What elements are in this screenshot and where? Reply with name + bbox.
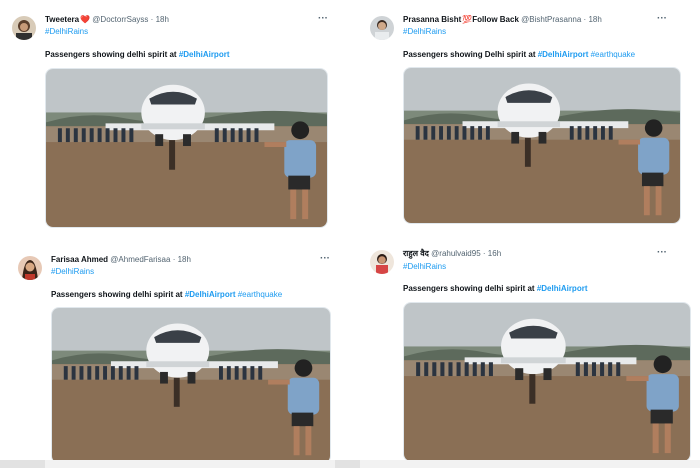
hashtag-link[interactable]: #DelhiRains bbox=[51, 267, 94, 277]
tweet-text: Passengers showing delhi spirit at #Delh… bbox=[403, 284, 587, 294]
tweet-header: Prasanna Bisht💯Follow Back @BishtPrasann… bbox=[403, 15, 602, 25]
separator: · bbox=[172, 255, 176, 264]
user-handle[interactable]: @rahulvaid95 bbox=[431, 249, 480, 258]
separator: · bbox=[150, 15, 154, 24]
hashtag-link[interactable]: #DelhiRains bbox=[45, 27, 88, 37]
user-handle[interactable]: @BishtPrasanna bbox=[521, 15, 581, 24]
tweet-text-body: Passengers showing delhi spirit at bbox=[45, 50, 179, 59]
display-name-suffix[interactable]: Follow Back bbox=[472, 15, 519, 24]
tweet-card-1[interactable]: Tweetera❤️ @DoctorrSayss · 18h ··· #Delh… bbox=[0, 0, 345, 232]
hundred-badge-icon: 💯 bbox=[462, 15, 473, 24]
user-handle[interactable]: @AhmedFarisaa bbox=[110, 255, 170, 264]
more-icon[interactable]: ··· bbox=[320, 254, 330, 264]
tweet-text-body: Passengers showing delhi spirit at bbox=[403, 284, 537, 293]
tweet-header: राहुल वैद @rahulvaid95 · 16h bbox=[403, 249, 501, 259]
more-icon[interactable]: ··· bbox=[657, 14, 667, 24]
avatar[interactable] bbox=[370, 16, 394, 40]
bottom-divider bbox=[0, 460, 700, 468]
tweet-photo[interactable] bbox=[403, 302, 691, 462]
hashtag-link[interactable]: #DelhiAirport bbox=[537, 284, 588, 293]
airplane-photo bbox=[404, 68, 680, 223]
hashtag-link[interactable]: #DelhiAirport bbox=[538, 50, 589, 59]
display-name[interactable]: Prasanna Bisht bbox=[403, 15, 461, 24]
user-handle[interactable]: @DoctorrSayss bbox=[92, 15, 148, 24]
display-name[interactable]: राहुल वैद bbox=[403, 249, 429, 258]
divider-segment bbox=[335, 460, 360, 468]
tweet-card-2[interactable]: Prasanna Bisht💯Follow Back @BishtPrasann… bbox=[355, 0, 700, 232]
airplane-photo bbox=[52, 308, 330, 463]
separator: · bbox=[583, 15, 587, 24]
display-name[interactable]: Farisaa Ahmed bbox=[51, 255, 108, 264]
more-icon[interactable]: ··· bbox=[657, 248, 667, 258]
timestamp[interactable]: 18h bbox=[178, 255, 191, 264]
tweet-text: Passengers showing delhi spirit at #Delh… bbox=[45, 50, 229, 60]
avatar[interactable] bbox=[18, 256, 42, 280]
tweet-photo[interactable] bbox=[45, 68, 328, 228]
display-name[interactable]: Tweetera bbox=[45, 15, 79, 24]
tweet-text: Passengers showing Delhi spirit at #Delh… bbox=[403, 50, 635, 60]
tweet-header: Farisaa Ahmed @AhmedFarisaa · 18h bbox=[51, 255, 191, 265]
tweet-photo[interactable] bbox=[51, 307, 331, 464]
tweet-text: Passengers showing delhi spirit at #Delh… bbox=[51, 290, 282, 300]
airplane-photo bbox=[404, 303, 690, 461]
tweet-text-body: Passengers showing Delhi spirit at bbox=[403, 50, 538, 59]
hashtag-link[interactable]: #DelhiAirport bbox=[179, 50, 230, 59]
hashtag-link[interactable]: #DelhiRains bbox=[403, 27, 446, 37]
hashtag-link[interactable]: #earthquake bbox=[238, 290, 282, 299]
tweet-card-4[interactable]: राहुल वैद @rahulvaid95 · 16h ··· #DelhiR… bbox=[355, 236, 700, 462]
timestamp[interactable]: 18h bbox=[156, 15, 169, 24]
avatar[interactable] bbox=[370, 250, 394, 274]
hashtag-link[interactable]: #DelhiRains bbox=[403, 262, 446, 272]
tweet-header: Tweetera❤️ @DoctorrSayss · 18h bbox=[45, 15, 169, 25]
tweet-photo[interactable] bbox=[403, 67, 681, 224]
timestamp[interactable]: 18h bbox=[588, 15, 601, 24]
hashtag-link[interactable]: #DelhiAirport bbox=[185, 290, 236, 299]
tweet-text-body: Passengers showing delhi spirit at bbox=[51, 290, 185, 299]
airplane-photo bbox=[46, 69, 327, 227]
timestamp[interactable]: 16h bbox=[488, 249, 501, 258]
heart-badge-icon: ❤️ bbox=[80, 15, 91, 24]
separator: · bbox=[482, 249, 486, 258]
hashtag-link[interactable]: #earthquake bbox=[591, 50, 635, 59]
tweet-card-3[interactable]: Farisaa Ahmed @AhmedFarisaa · 18h ··· #D… bbox=[0, 240, 345, 464]
divider-segment bbox=[0, 460, 45, 468]
more-icon[interactable]: ··· bbox=[318, 14, 328, 24]
avatar[interactable] bbox=[12, 16, 36, 40]
